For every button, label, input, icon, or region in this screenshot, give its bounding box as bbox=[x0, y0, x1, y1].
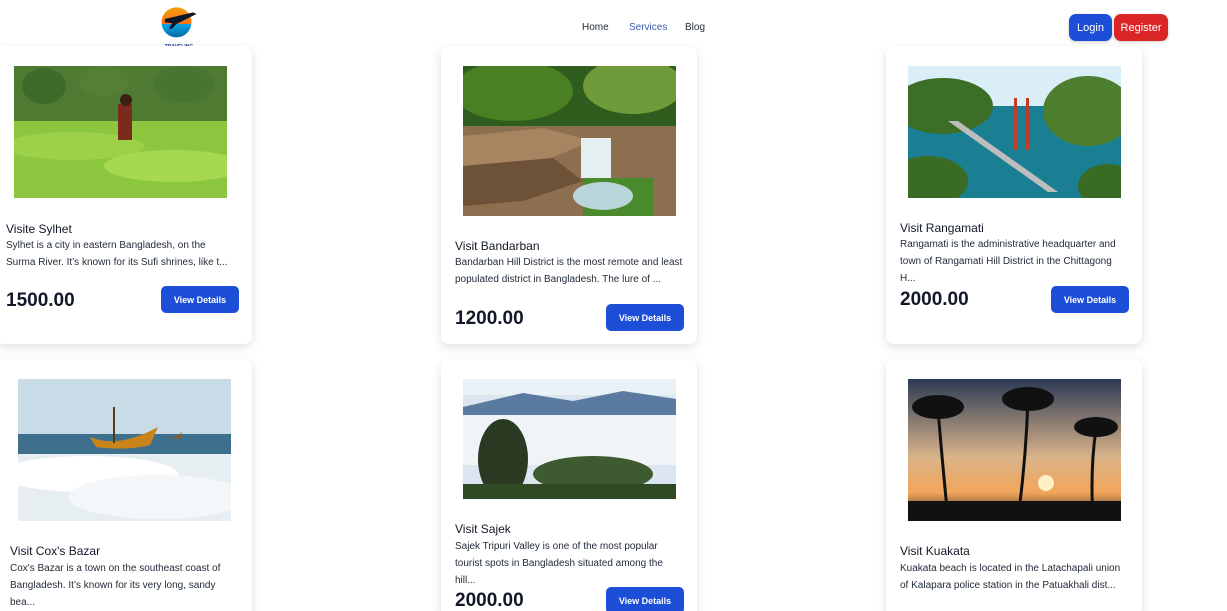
tour-card-sylhet: Visite Sylhet Sylhet is a city in easter… bbox=[0, 46, 252, 344]
card-description: Cox's Bazar is a town on the southeast c… bbox=[10, 563, 221, 608]
card-description: Sylhet is a city in eastern Bangladesh, … bbox=[6, 240, 228, 268]
card-price: 1500.00 bbox=[6, 290, 75, 311]
register-button[interactable]: Register bbox=[1114, 14, 1168, 41]
card-title: Visit Cox's Bazar bbox=[10, 544, 101, 558]
card-title: Visit Rangamati bbox=[900, 221, 984, 235]
card-price: 2000.00 bbox=[455, 590, 524, 611]
plane-logo-icon bbox=[161, 7, 197, 38]
card-description: Bandarban Hill District is the most remo… bbox=[455, 257, 683, 285]
card-title: Visit Bandarban bbox=[455, 239, 540, 253]
card-title: Visit Sajek bbox=[455, 522, 511, 536]
bandarban-photo bbox=[463, 66, 676, 216]
view-details-button[interactable]: View Details bbox=[606, 587, 684, 611]
card-title: Visite Sylhet bbox=[6, 222, 72, 236]
card-description: Rangamati is the administrative headquar… bbox=[900, 239, 1116, 284]
kuakata-photo bbox=[908, 379, 1121, 521]
card-description: Kuakata beach is located in the Latachap… bbox=[900, 563, 1121, 591]
card-price: 2000.00 bbox=[900, 289, 969, 310]
site-logo[interactable]: TRAVELING bbox=[156, 4, 202, 52]
rangamati-photo bbox=[908, 66, 1121, 198]
card-title: Visit Kuakata bbox=[900, 544, 970, 558]
view-details-button[interactable]: View Details bbox=[1051, 286, 1129, 313]
view-details-button[interactable]: View Details bbox=[161, 286, 239, 313]
tour-card-kuakata: Visit Kuakata Kuakata beach is located i… bbox=[886, 359, 1142, 611]
sylhet-photo bbox=[14, 66, 227, 198]
login-button[interactable]: Login bbox=[1069, 14, 1112, 41]
nav-services-link[interactable]: Services bbox=[629, 22, 685, 33]
view-details-button[interactable]: View Details bbox=[606, 304, 684, 331]
card-price: 1200.00 bbox=[455, 308, 524, 329]
tour-card-bandarban: Visit Bandarban Bandarban Hill District … bbox=[441, 46, 697, 344]
nav-links: Home Services Blog bbox=[582, 22, 725, 33]
sajek-photo bbox=[463, 379, 676, 499]
nav-blog-link[interactable]: Blog bbox=[685, 22, 725, 33]
tour-card-rangamati: Visit Rangamati Rangamati is the adminis… bbox=[886, 46, 1142, 344]
coxs-bazar-photo bbox=[18, 379, 231, 521]
tour-card-sajek: Visit Sajek Sajek Tripuri Valley is one … bbox=[441, 359, 697, 611]
tour-card-coxs-bazar: Visit Cox's Bazar Cox's Bazar is a town … bbox=[0, 359, 252, 611]
card-description: Sajek Tripuri Valley is one of the most … bbox=[455, 541, 663, 586]
nav-home-link[interactable]: Home bbox=[582, 22, 629, 33]
